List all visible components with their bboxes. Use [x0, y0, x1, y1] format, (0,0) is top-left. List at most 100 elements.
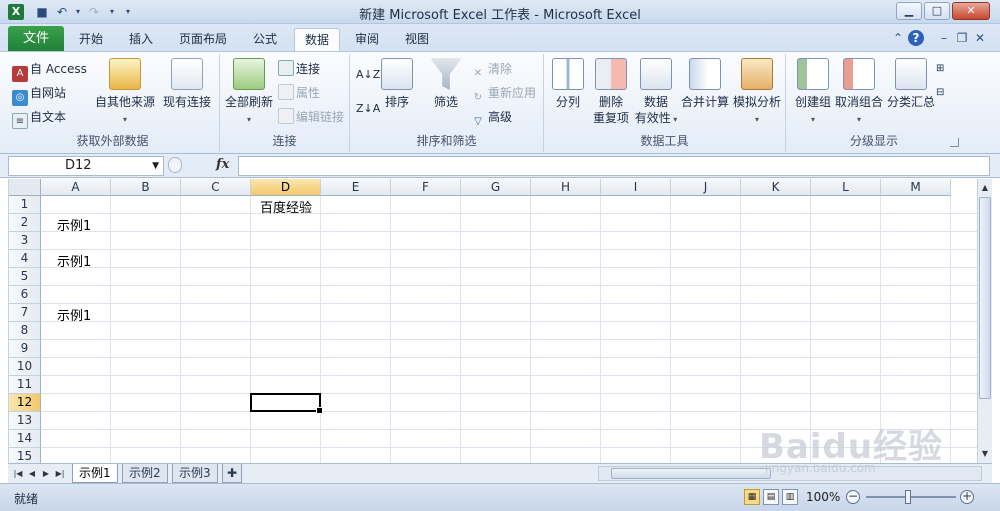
column-header-k[interactable]: K [741, 179, 811, 196]
sort-ascending-button[interactable]: A↓Z [356, 64, 380, 86]
sheet-tab-2[interactable]: 示例2 [122, 464, 168, 483]
row-header-11[interactable]: 11 [9, 376, 41, 394]
collapse-ribbon-icon[interactable]: ⌃ [890, 30, 906, 46]
column-header-d[interactable]: D [251, 179, 321, 196]
existing-connections-button[interactable]: 现有连接 [162, 58, 212, 110]
from-web-button[interactable]: ◎ 自网站 [12, 82, 66, 106]
tab-home[interactable]: 开始 [72, 28, 110, 51]
row-header-6[interactable]: 6 [9, 286, 41, 304]
active-cell-cursor[interactable] [250, 393, 323, 414]
column-header-m[interactable]: M [881, 179, 951, 196]
filter-button[interactable]: 筛选 [428, 58, 464, 110]
prev-sheet-icon[interactable]: ◀ [26, 467, 38, 481]
data-validation-button[interactable]: 数据 有效性 ▾ [632, 58, 680, 128]
maximize-button[interactable]: □ [924, 2, 950, 20]
vertical-scrollbar[interactable]: ▲ ▼ [977, 179, 992, 463]
formula-input[interactable] [238, 156, 990, 176]
zoom-out-icon[interactable]: − [846, 490, 860, 504]
column-header-a[interactable]: A [41, 179, 111, 196]
tab-view[interactable]: 视图 [398, 28, 436, 51]
page-break-view-icon[interactable]: ▥ [782, 489, 798, 505]
clear-filter-button[interactable]: ✕ 清除 [470, 58, 512, 80]
column-header-g[interactable]: G [461, 179, 531, 196]
close-button[interactable]: ✕ [952, 2, 990, 20]
row-header-5[interactable]: 5 [9, 268, 41, 286]
horizontal-scroll-thumb[interactable] [611, 468, 771, 479]
row-header-14[interactable]: 14 [9, 430, 41, 448]
from-access-button[interactable]: A自 Access [12, 58, 87, 82]
minimize-button[interactable]: ▁ [896, 2, 922, 20]
row-header-13[interactable]: 13 [9, 412, 41, 430]
zoom-slider-thumb[interactable] [905, 490, 911, 504]
scroll-down-icon[interactable]: ▼ [979, 447, 991, 461]
tab-formulas[interactable]: 公式 [246, 28, 284, 51]
column-header-j[interactable]: J [671, 179, 741, 196]
horizontal-scrollbar[interactable] [598, 466, 982, 481]
tab-insert[interactable]: 插入 [122, 28, 160, 51]
tab-data[interactable]: 数据 [294, 28, 340, 51]
sheet-tab-3[interactable]: 示例3 [172, 464, 218, 483]
insert-function-icon[interactable]: fx [216, 157, 229, 172]
column-header-c[interactable]: C [181, 179, 251, 196]
row-header-10[interactable]: 10 [9, 358, 41, 376]
worksheet-grid[interactable]: A B C D E F G H I J K L M 1 2 3 4 5 6 7 8 9 10 11 12 13 14 15 百度经验 示例… [8, 179, 977, 463]
last-sheet-icon[interactable]: ▶| [54, 467, 66, 481]
cell-d1[interactable]: 百度经验 [251, 197, 321, 216]
group-button[interactable]: 创建组 ▾ [790, 58, 836, 128]
sort-button[interactable]: 排序 [380, 58, 414, 110]
text-to-columns-button[interactable]: 分列 [550, 58, 586, 110]
workbook-minimize-icon[interactable]: – [936, 30, 952, 46]
from-text-button[interactable]: ≡ 自文本 [12, 106, 66, 129]
next-sheet-icon[interactable]: ▶ [40, 467, 52, 481]
page-layout-view-icon[interactable]: ▤ [763, 489, 779, 505]
sort-descending-button[interactable]: Z↓A [356, 98, 380, 120]
column-header-l[interactable]: L [811, 179, 881, 196]
cell-a4[interactable]: 示例1 [57, 251, 91, 270]
what-if-analysis-button[interactable]: 模拟分析 ▾ [730, 58, 784, 128]
connections-button[interactable]: 连接 [278, 58, 320, 80]
from-other-sources-button[interactable]: 自其他来源 ▾ [90, 58, 160, 128]
properties-button[interactable]: 属性 [278, 82, 320, 104]
column-header-b[interactable]: B [111, 179, 181, 196]
name-box-dropdown-icon[interactable]: ▼ [152, 157, 159, 175]
remove-duplicates-button[interactable]: 删除 重复项 [588, 58, 634, 126]
name-box[interactable]: D12 ▼ [8, 156, 164, 176]
hide-detail-button[interactable]: ⊟ [936, 82, 944, 104]
normal-view-icon[interactable]: ▦ [744, 489, 760, 505]
formula-bar-splitter[interactable] [168, 157, 182, 173]
help-icon[interactable]: ? [908, 30, 924, 46]
column-header-e[interactable]: E [321, 179, 391, 196]
row-header-8[interactable]: 8 [9, 322, 41, 340]
row-header-4[interactable]: 4 [9, 250, 41, 268]
column-header-h[interactable]: H [531, 179, 601, 196]
show-detail-button[interactable]: ⊞ [936, 58, 944, 80]
row-header-3[interactable]: 3 [9, 232, 41, 250]
select-all-corner[interactable] [9, 179, 41, 196]
row-header-15[interactable]: 15 [9, 448, 41, 463]
reapply-button[interactable]: ↻ 重新应用 [470, 82, 536, 104]
cell-a7[interactable]: 示例1 [57, 305, 91, 324]
row-header-2[interactable]: 2 [9, 214, 41, 232]
zoom-level[interactable]: 100% [806, 490, 840, 504]
advanced-filter-button[interactable]: ▽ 高级 [470, 106, 512, 128]
workbook-close-icon[interactable]: ✕ [972, 30, 988, 46]
row-header-1[interactable]: 1 [9, 196, 41, 214]
row-header-9[interactable]: 9 [9, 340, 41, 358]
workbook-restore-icon[interactable]: ❐ [954, 30, 970, 46]
zoom-slider[interactable] [866, 496, 956, 498]
sheet-tab-1[interactable]: 示例1 [72, 464, 118, 483]
column-header-i[interactable]: I [601, 179, 671, 196]
tab-review[interactable]: 审阅 [348, 28, 386, 51]
ungroup-button[interactable]: 取消组合 ▾ [834, 58, 884, 128]
row-header-12[interactable]: 12 [9, 394, 41, 412]
tab-file[interactable]: 文件 [8, 26, 64, 51]
outline-dialog-launcher-icon[interactable] [950, 138, 959, 147]
vertical-scroll-thumb[interactable] [979, 197, 991, 399]
scroll-up-icon[interactable]: ▲ [979, 181, 991, 195]
consolidate-button[interactable]: 合并计算 [680, 58, 730, 110]
row-header-7[interactable]: 7 [9, 304, 41, 322]
subtotal-button[interactable]: 分类汇总 [886, 58, 936, 110]
refresh-all-button[interactable]: 全部刷新 ▾ [224, 58, 274, 128]
first-sheet-icon[interactable]: |◀ [12, 467, 24, 481]
tab-page-layout[interactable]: 页面布局 [172, 28, 234, 51]
